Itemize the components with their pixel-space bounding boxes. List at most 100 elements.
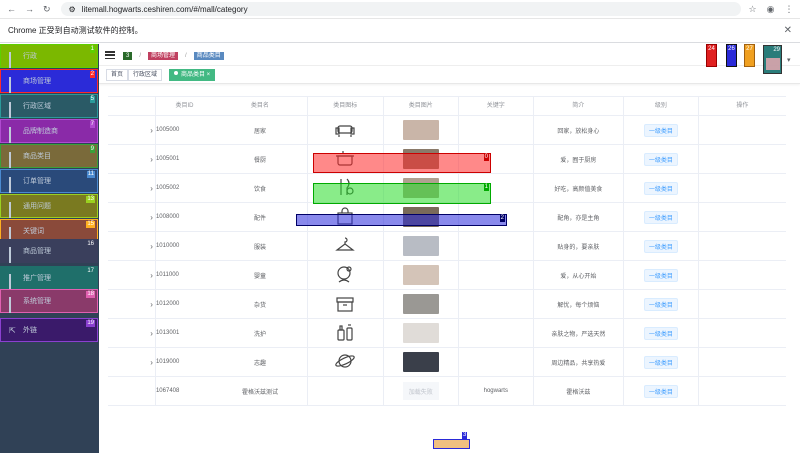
tag-home[interactable]: 首页 (106, 69, 129, 81)
category-id: 1005000 (155, 127, 180, 133)
category-id: 1013001 (155, 330, 180, 336)
bottle-icon (335, 322, 355, 344)
tag-category[interactable]: 商品类目 × (169, 69, 216, 81)
category-name: 杂货 (253, 302, 266, 309)
col-icon: 类目图标 (308, 97, 384, 115)
external-link-icon: ⇱ (9, 326, 16, 335)
sidebar-item-label: 行政 (23, 53, 37, 60)
col-pic: 类目图片 (384, 97, 459, 115)
category-id: 1012000 (155, 301, 180, 307)
expand-row-icon[interactable]: › (150, 126, 153, 135)
sidebar-item[interactable]: 行政 1 (0, 44, 98, 68)
image-load-failed: 加载失败 (402, 382, 439, 400)
sidebar-item-num: 11 (86, 171, 95, 178)
chart-icon (9, 102, 17, 118)
col-ops: 操作 (736, 103, 749, 109)
chart-icon (9, 127, 17, 143)
header-button-27[interactable]: 27 (744, 44, 755, 67)
expand-row-icon[interactable]: › (150, 213, 153, 222)
expand-row-icon[interactable]: › (150, 184, 153, 193)
expand-cell: › (108, 232, 156, 260)
infobar-text: Chrome 正受到自动测试软件的控制。 (8, 26, 143, 35)
profile-icon[interactable]: ◉ (767, 4, 775, 15)
sidebar-item[interactable]: 推广管理 17 (0, 266, 98, 290)
sidebar-item[interactable]: 订单管理 11 (0, 169, 98, 193)
chart-icon (9, 247, 17, 263)
category-name: 服装 (253, 244, 266, 251)
expand-row-icon[interactable]: › (150, 329, 153, 338)
expand-row-icon[interactable]: › (150, 155, 153, 164)
sidebar-item-label: 品牌制造商 (23, 128, 58, 135)
breadcrumb-item-category: 商品类目 (193, 52, 224, 60)
overlay-box-2: 2 (296, 214, 507, 226)
menu-icon[interactable]: ⋮ (784, 4, 793, 15)
header-button-26[interactable]: 26 (726, 44, 737, 67)
sidebar-item-num: 1 (89, 46, 95, 53)
sidebar-item[interactable]: 商场管理 2 (0, 69, 98, 93)
category-id: 1010000 (155, 243, 180, 249)
table-row: › 1012000 杂货 解忧，每个烦恼 一级类目 (108, 290, 786, 319)
table-row: 1067408 霍格沃兹测试 加载失败 hogwarts 霍格沃兹 一级类目 (108, 377, 786, 406)
category-name: 婴童 (253, 273, 266, 280)
sidebar-item[interactable]: 行政区域 5 (0, 94, 98, 118)
tag-region[interactable]: 行政区域 (128, 69, 163, 81)
col-name: 类目名 (213, 97, 308, 115)
col-keyword: 关键字 (459, 97, 534, 115)
sidebar-item[interactable]: 通用问题 13 (0, 194, 98, 218)
expand-cell: › (108, 174, 156, 202)
category-keyword: hogwarts (483, 388, 508, 394)
chart-icon (9, 177, 17, 193)
header-button-24[interactable]: 24 (706, 44, 717, 67)
table-header: 类目ID 类目名 类目图标 类目图片 关键字 简介 级别 操作 (108, 97, 786, 116)
category-desc: 爱，从心开始 (560, 273, 597, 280)
app-header: 3 / 商场管理 / 商品类目 24 26 27 29 ▾ (99, 44, 800, 74)
category-name: 志趣 (253, 360, 266, 367)
sidebar-item[interactable]: 系统管理 18 (0, 289, 98, 313)
category-table: 类目ID 类目名 类目图标 类目图片 关键字 简介 级别 操作 › 1005000… (108, 96, 786, 406)
sidebar-item-label: 通用问题 (23, 203, 51, 210)
category-name: 居家 (253, 128, 266, 135)
site-info-icon[interactable]: ⚙ (69, 5, 76, 14)
table-row: › 1013001 洗护 亲肤之物，严选天然 一级类目 (108, 319, 786, 348)
back-icon[interactable]: ← (7, 4, 16, 15)
sidebar-item-label: 系统管理 (23, 298, 51, 305)
forward-icon[interactable]: → (25, 4, 34, 15)
category-desc: 好吃，高颜值美食 (554, 186, 603, 193)
address-bar[interactable]: ⚙ litemall.hogwarts.ceshiren.com/#/mall/… (60, 2, 741, 16)
close-icon[interactable]: ✕ (784, 25, 792, 36)
baby-icon (335, 264, 355, 286)
ops-cell (699, 232, 786, 260)
box-icon (335, 293, 355, 315)
expand-row-icon[interactable]: › (150, 242, 153, 251)
expand-cell: › (108, 348, 156, 376)
sidebar-item[interactable]: 商品类目 9 (0, 144, 98, 168)
sidebar-item-num: 15 (86, 221, 95, 228)
category-desc: 周边精品，共享热爱 (551, 360, 606, 367)
expand-row-icon[interactable]: › (150, 358, 153, 367)
reload-icon[interactable]: ↻ (43, 4, 51, 15)
table-row: › 1019000 志趣 周边精品，共享热爱 一级类目 (108, 348, 786, 377)
star-icon[interactable]: ☆ (749, 4, 757, 15)
overlay-num: 2 (499, 215, 505, 222)
sidebar-item-label: 外链 (23, 327, 37, 334)
sidebar-item[interactable]: ⇱ 外链 19 (0, 318, 98, 342)
breadcrumb: 3 / 商场管理 / 商品类目 (123, 52, 224, 60)
hamburger-icon[interactable] (105, 51, 115, 59)
tag-category-label: 商品类目 (181, 72, 206, 78)
breadcrumb-item-mall[interactable]: 商场管理 (148, 52, 179, 60)
category-id: 1011000 (155, 272, 179, 278)
level-badge: 一级类目 (643, 210, 678, 224)
sidebar-item[interactable]: 商品管理 16 (0, 239, 98, 263)
chart-icon (9, 274, 17, 290)
expand-row-icon[interactable]: › (150, 271, 153, 280)
category-name: 霍格沃兹测试 (241, 389, 278, 396)
breadcrumb-num: 3 (123, 52, 133, 60)
table-row: › 1005000 居家 回家，放松身心 一级类目 (108, 116, 786, 145)
caret-down-icon[interactable]: ▾ (787, 56, 791, 64)
expand-row-icon[interactable]: › (150, 300, 153, 309)
url-text: litemall.hogwarts.ceshiren.com/#/mall/ca… (81, 4, 248, 14)
category-id: 1005002 (155, 185, 180, 191)
category-id: 1008000 (155, 214, 180, 220)
sidebar-item[interactable]: 品牌制造商 7 (0, 119, 98, 143)
sidebar-item-num: 17 (86, 268, 95, 275)
